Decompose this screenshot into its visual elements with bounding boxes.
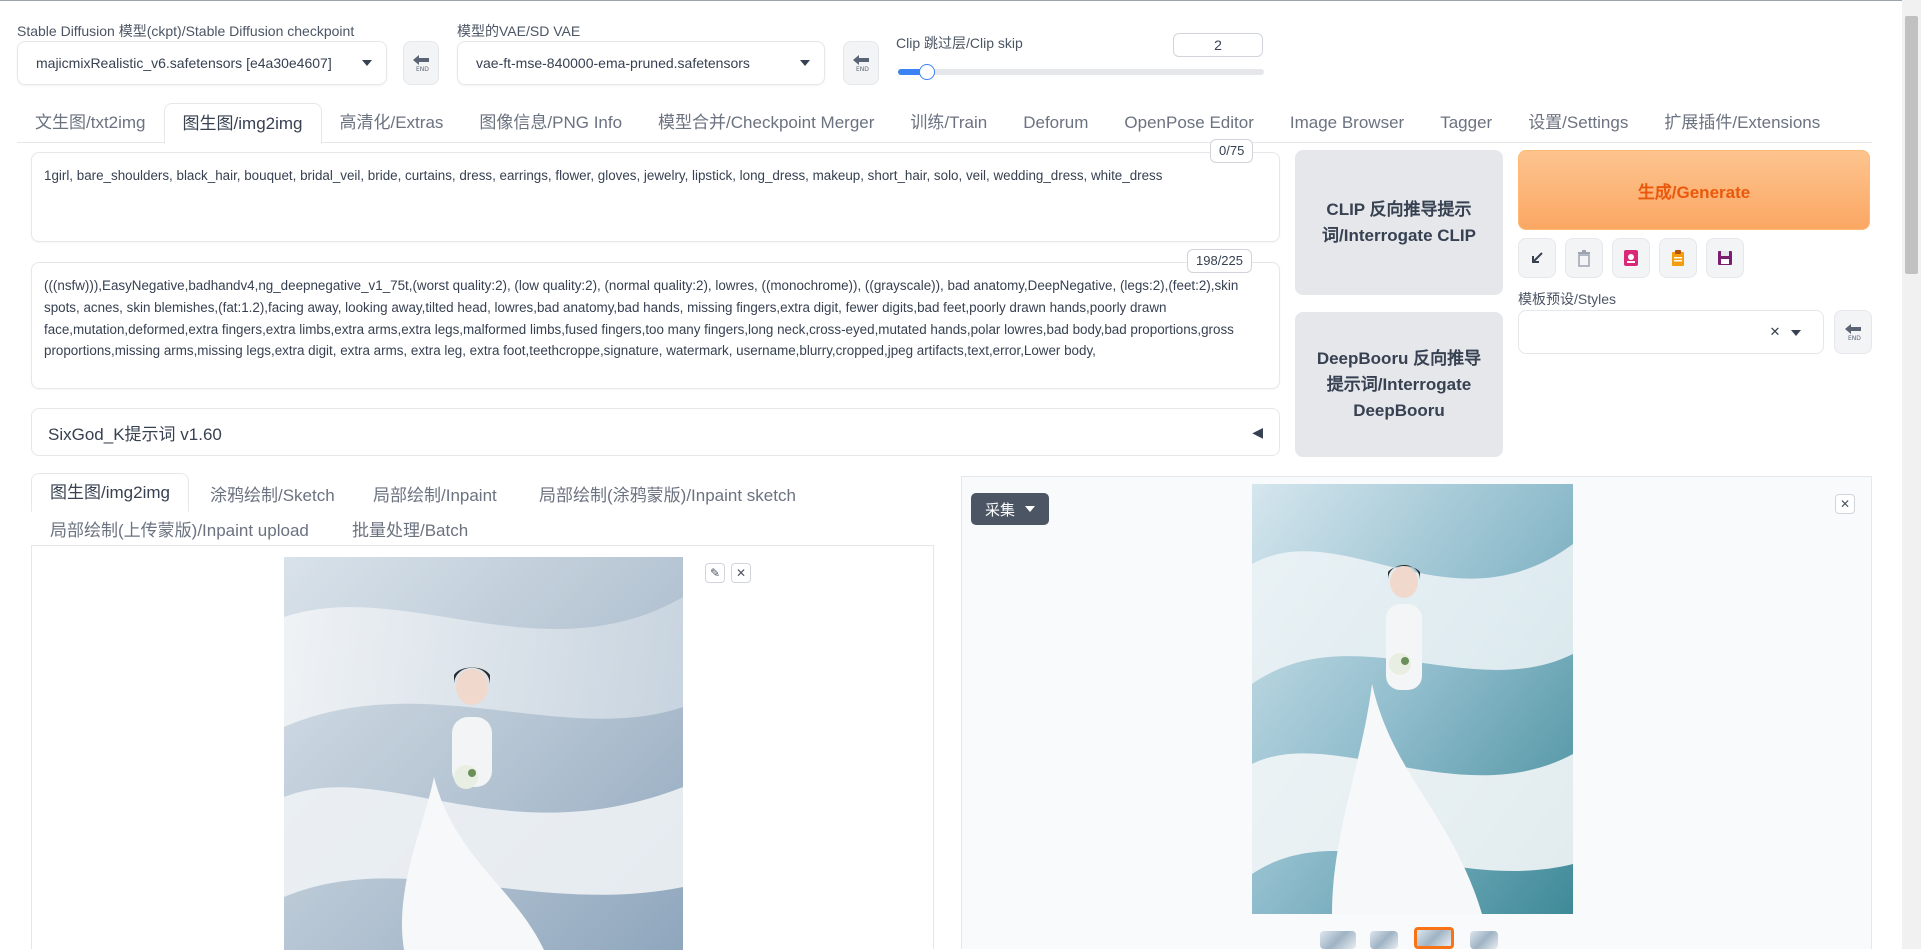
- checkpoint-label: Stable Diffusion 模型(ckpt)/Stable Diffusi…: [17, 23, 355, 39]
- sixgod-accordion[interactable]: SixGod_K提示词 v1.60 ◀: [31, 408, 1280, 456]
- subtab-inpaint-sketch[interactable]: 局部绘制(涂鸦蒙版)/Inpaint sketch: [539, 481, 796, 506]
- checkpoint-select[interactable]: majicmixRealistic_v6.safetensors [e4a30e…: [17, 41, 387, 85]
- tab-deforum[interactable]: Deforum: [1005, 103, 1106, 142]
- clipboard-icon: [1672, 250, 1684, 266]
- collect-dropdown-button[interactable]: 采集: [971, 493, 1049, 525]
- arrow-down-left-icon: [1532, 252, 1543, 263]
- collapse-arrow-icon: ◀: [1252, 423, 1263, 440]
- tab-settings[interactable]: 设置/Settings: [1510, 103, 1646, 142]
- tab-png-info[interactable]: 图像信息/PNG Info: [461, 103, 640, 142]
- tab-img2img[interactable]: 图生图/img2img: [163, 103, 322, 144]
- gallery-thumbnail-1[interactable]: [1320, 931, 1356, 949]
- save-style-button[interactable]: [1706, 238, 1744, 278]
- main-tabs: 文生图/txt2img 图生图/img2img 高清化/Extras 图像信息/…: [17, 103, 1838, 144]
- refresh-vae-button[interactable]: END: [843, 41, 879, 85]
- gallery-thumbnail-2[interactable]: [1370, 931, 1398, 949]
- output-gallery-panel: 采集 ✕: [961, 476, 1872, 949]
- chevron-down-icon: [800, 60, 810, 66]
- refresh-checkpoint-button[interactable]: END: [403, 41, 439, 85]
- tab-checkpoint-merger[interactable]: 模型合并/Checkpoint Merger: [640, 103, 892, 142]
- refresh-styles-button[interactable]: END: [1834, 310, 1872, 354]
- tab-extras[interactable]: 高清化/Extras: [322, 103, 462, 142]
- read-params-button[interactable]: [1518, 238, 1556, 278]
- refresh-arrow-icon: END: [413, 55, 429, 73]
- tab-image-browser[interactable]: Image Browser: [1272, 103, 1422, 142]
- tab-openpose-editor[interactable]: OpenPose Editor: [1106, 103, 1271, 142]
- clip-skip-slider-handle[interactable]: [919, 64, 936, 80]
- edit-icon[interactable]: ✎: [705, 563, 725, 583]
- close-icon[interactable]: ✕: [731, 563, 751, 583]
- refresh-arrow-icon: END: [1845, 324, 1861, 342]
- prompt-token-counter: 0/75: [1210, 139, 1254, 163]
- clip-skip-slider-track[interactable]: [898, 64, 1264, 80]
- chevron-down-icon: [362, 60, 372, 66]
- output-image: [1252, 484, 1573, 914]
- floppy-disk-icon: [1718, 251, 1732, 265]
- apply-style-button[interactable]: [1659, 238, 1697, 278]
- styles-select[interactable]: ✕: [1518, 310, 1824, 354]
- close-icon[interactable]: ✕: [1835, 494, 1855, 514]
- tab-train[interactable]: 训练/Train: [892, 103, 1005, 142]
- gallery-thumbnail-4[interactable]: [1470, 931, 1498, 949]
- tab-extensions[interactable]: 扩展插件/Extensions: [1646, 103, 1838, 142]
- svg-text:END: END: [416, 66, 429, 73]
- vae-value: vae-ft-mse-840000-ema-pruned.safetensors: [476, 55, 750, 71]
- negative-prompt-token-counter: 198/225: [1187, 249, 1252, 273]
- svg-text:END: END: [856, 66, 869, 73]
- vae-label: 模型的VAE/SD VAE: [457, 23, 581, 39]
- interrogate-deepbooru-button[interactable]: DeepBooru 反向推导提示词/Interrogate DeepBooru: [1295, 312, 1503, 457]
- card-icon: [1624, 250, 1638, 266]
- extra-networks-button[interactable]: [1612, 238, 1650, 278]
- subtab-batch[interactable]: 批量处理/Batch: [352, 516, 468, 541]
- collect-label: 采集: [984, 501, 1015, 519]
- input-image-panel[interactable]: ✎ ✕: [31, 545, 934, 950]
- page-scrollbar-thumb[interactable]: [1905, 16, 1918, 274]
- clear-prompt-button[interactable]: [1565, 238, 1603, 278]
- subtab-inpaint[interactable]: 局部绘制/Inpaint: [373, 481, 497, 506]
- sixgod-label: SixGod_K提示词 v1.60: [48, 424, 222, 444]
- gallery-thumbnail-3-selected[interactable]: [1414, 927, 1454, 949]
- styles-label: 模板预设/Styles: [1518, 291, 1617, 307]
- chevron-down-icon: [1791, 330, 1801, 336]
- refresh-arrow-icon: END: [853, 55, 869, 73]
- generate-button[interactable]: 生成/Generate: [1518, 150, 1870, 230]
- interrogate-clip-button[interactable]: CLIP 反向推导提示词/Interrogate CLIP: [1295, 150, 1503, 295]
- input-image: [284, 557, 683, 950]
- clear-icon[interactable]: ✕: [1765, 322, 1785, 342]
- negative-prompt-textarea[interactable]: (((nsfw))),EasyNegative,badhandv4,ng_dee…: [31, 262, 1280, 389]
- subtab-sketch[interactable]: 涂鸦绘制/Sketch: [210, 481, 335, 506]
- tab-txt2img[interactable]: 文生图/txt2img: [17, 103, 164, 142]
- vae-select[interactable]: vae-ft-mse-840000-ema-pruned.safetensors: [457, 41, 825, 85]
- subtab-img2img[interactable]: 图生图/img2img: [31, 473, 189, 512]
- prompt-textarea[interactable]: 1girl, bare_shoulders, black_hair, bouqu…: [31, 152, 1280, 242]
- chevron-down-icon: [1025, 506, 1035, 512]
- clip-skip-label: Clip 跳过层/Clip skip: [896, 35, 1023, 51]
- top-border: [0, 0, 1921, 1]
- clip-skip-number-input[interactable]: 2: [1173, 33, 1263, 57]
- subtab-inpaint-upload[interactable]: 局部绘制(上传蒙版)/Inpaint upload: [50, 516, 309, 541]
- page-scrollbar[interactable]: [1902, 0, 1921, 949]
- tab-tagger[interactable]: Tagger: [1422, 103, 1510, 142]
- checkpoint-value: majicmixRealistic_v6.safetensors [e4a30e…: [36, 55, 332, 71]
- svg-text:END: END: [1848, 335, 1861, 342]
- trash-icon: [1578, 250, 1590, 267]
